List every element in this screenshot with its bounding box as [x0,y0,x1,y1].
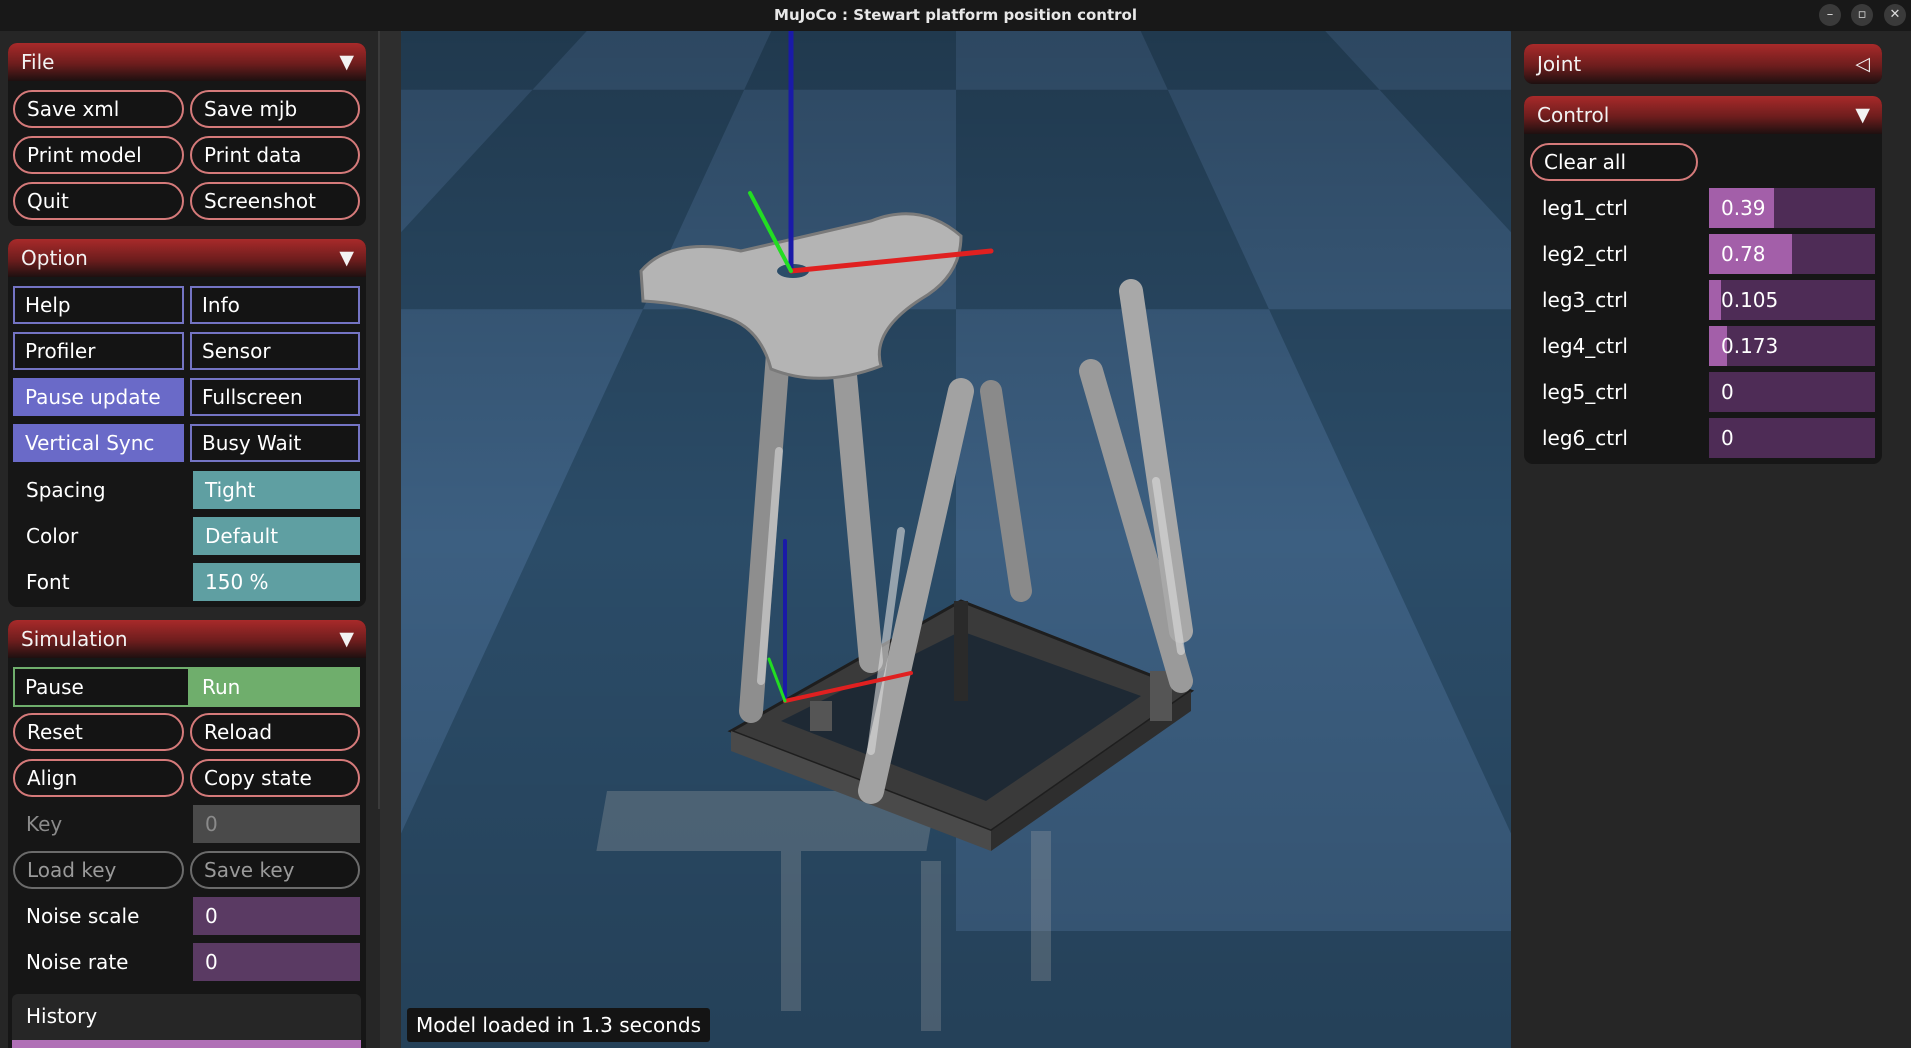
leg6-ctrl-slider[interactable]: 0 [1709,418,1875,458]
print-data-button[interactable]: Print data [190,136,360,174]
slider-fill [1709,280,1721,320]
quit-button[interactable]: Quit [13,182,184,220]
info-checkbox[interactable]: Info [190,286,360,324]
close-button[interactable]: ✕ [1884,4,1906,26]
window-title: MuJoCo : Stewart platform position contr… [774,6,1137,24]
noise-rate-field[interactable]: 0 [193,943,360,981]
control-panel-title: Control [1537,103,1610,127]
simulation-panel-title: Simulation [21,627,128,651]
leg6-ctrl-label: leg6_ctrl [1542,426,1628,450]
profiler-checkbox[interactable]: Profiler [13,332,184,370]
slider-value: 0.173 [1721,334,1779,358]
color-label: Color [26,524,79,548]
joint-panel: Joint ◁ [1524,44,1882,84]
slider-value: 0.105 [1721,288,1779,312]
leg4-ctrl-slider[interactable]: 0.173 [1709,326,1875,366]
leg2-ctrl-label: leg2_ctrl [1542,242,1628,266]
spacing-label: Spacing [26,478,106,502]
file-panel-header[interactable]: File ▼ [8,43,366,81]
history-section[interactable]: History [12,994,361,1040]
collapse-triangle-icon[interactable]: ▼ [339,620,354,658]
maximize-button[interactable]: ▫ [1851,4,1873,26]
help-checkbox[interactable]: Help [13,286,184,324]
leg5-ctrl-label: leg5_ctrl [1542,380,1628,404]
option-panel-title: Option [21,246,88,270]
slider-value: 0.39 [1721,196,1766,220]
history-label: History [26,1004,98,1028]
load-key-button[interactable]: Load key [13,851,184,889]
collapse-triangle-icon[interactable]: ▼ [1855,96,1870,134]
slider-value: 0 [1721,426,1734,450]
screenshot-button[interactable]: Screenshot [190,182,360,220]
file-panel-title: File [21,50,55,74]
collapse-triangle-icon[interactable]: ▼ [339,239,354,277]
busy-wait-checkbox[interactable]: Busy Wait [190,424,360,462]
option-panel-header[interactable]: Option ▼ [8,239,366,277]
clear-all-button[interactable]: Clear all [1530,143,1698,181]
joint-panel-header[interactable]: Joint ◁ [1524,44,1882,84]
joint-panel-title: Joint [1537,52,1582,76]
color-select[interactable]: Default [193,517,360,555]
font-label: Font [26,570,70,594]
viewport-border [380,31,401,1048]
pause-update-checkbox[interactable]: Pause update [13,378,184,416]
title-bar: MuJoCo : Stewart platform position contr… [0,0,1911,31]
spacing-select[interactable]: Tight [193,471,360,509]
sensor-checkbox[interactable]: Sensor [190,332,360,370]
3d-viewport[interactable]: Model loaded in 1.3 seconds [401,31,1511,1048]
leg4-ctrl-label: leg4_ctrl [1542,334,1628,358]
key-label: Key [26,812,63,836]
leg1-ctrl-label: leg1_ctrl [1542,196,1628,220]
fullscreen-checkbox[interactable]: Fullscreen [190,378,360,416]
leg3-ctrl-label: leg3_ctrl [1542,288,1628,312]
noise-scale-field[interactable]: 0 [193,897,360,935]
run-radio[interactable]: Run [190,667,360,707]
leg1-ctrl-slider[interactable]: 0.39 [1709,188,1875,228]
save-key-button[interactable]: Save key [190,851,360,889]
status-message: Model loaded in 1.3 seconds [407,1008,711,1042]
expand-triangle-icon[interactable]: ◁ [1855,44,1870,84]
collapse-triangle-icon[interactable]: ▼ [339,43,354,81]
vertical-sync-checkbox[interactable]: Vertical Sync [13,424,184,462]
leg5-ctrl-slider[interactable]: 0 [1709,372,1875,412]
minimize-button[interactable]: – [1819,4,1841,26]
history-slider[interactable] [12,1040,361,1048]
leg3-ctrl-slider[interactable]: 0.105 [1709,280,1875,320]
font-select[interactable]: 150 % [193,563,360,601]
slider-value: 0 [1721,380,1734,404]
scene-render [401,31,1511,1048]
reload-button[interactable]: Reload [190,713,360,751]
noise-rate-label: Noise rate [26,950,129,974]
key-slider[interactable]: 0 [193,805,360,843]
simulation-panel-header[interactable]: Simulation ▼ [8,620,366,658]
print-model-button[interactable]: Print model [13,136,184,174]
align-button[interactable]: Align [13,759,184,797]
slider-value: 0.78 [1721,242,1766,266]
save-xml-button[interactable]: Save xml [13,90,184,128]
pause-radio[interactable]: Pause [13,667,190,707]
control-panel-header[interactable]: Control ▼ [1524,96,1882,134]
noise-scale-label: Noise scale [26,904,140,928]
leg2-ctrl-slider[interactable]: 0.78 [1709,234,1875,274]
reset-button[interactable]: Reset [13,713,184,751]
copy-state-button[interactable]: Copy state [190,759,360,797]
save-mjb-button[interactable]: Save mjb [190,90,360,128]
